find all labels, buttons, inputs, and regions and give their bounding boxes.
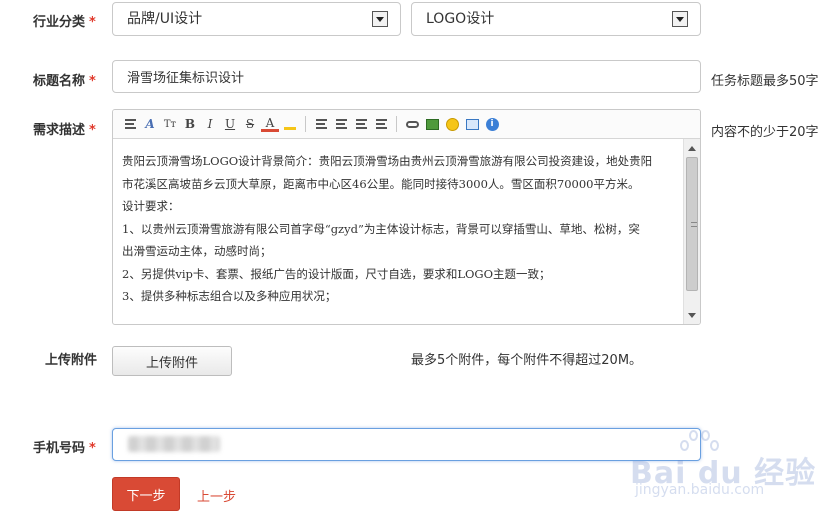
description-hint: 内容不的少于20字 xyxy=(711,125,819,140)
emoticon-icon[interactable] xyxy=(443,115,461,133)
editor-line: 2、另提供vip卡、套票、报纸广告的设计版面，尺寸自选，要求和LOGO主题一致； xyxy=(122,266,551,281)
editor-toolbar: A Tт B I U S A i xyxy=(113,110,700,139)
align-icon[interactable] xyxy=(312,115,330,133)
highlight-icon[interactable] xyxy=(281,115,299,133)
rich-text-editor[interactable]: A Tт B I U S A i 贵阳云顶滑雪场LOGO设计背景简介：贵阳云顶滑… xyxy=(112,109,701,325)
watermark-url: jingyan.baidu.com xyxy=(635,482,765,498)
editor-line: 贵阳云顶滑雪场LOGO设计背景简介：贵阳云顶滑雪场由贵州云顶滑雪旅游有限公司投资… xyxy=(122,154,653,168)
italic-icon[interactable]: I xyxy=(201,115,219,133)
description-label: 需求描述 * xyxy=(33,119,96,138)
bold-icon[interactable]: B xyxy=(181,115,199,133)
scroll-down-icon[interactable] xyxy=(688,313,696,318)
font-color-icon[interactable]: A xyxy=(261,116,279,132)
required-mark: * xyxy=(89,123,96,138)
next-step-button[interactable]: 下一步 xyxy=(112,477,180,511)
editor-content[interactable]: 贵阳云顶滑雪场LOGO设计背景简介：贵阳云顶滑雪场由贵州云顶滑雪旅游有限公司投资… xyxy=(122,150,682,308)
title-label: 标题名称 * xyxy=(33,70,96,89)
media-icon[interactable] xyxy=(463,115,481,133)
info-icon[interactable]: i xyxy=(483,115,501,133)
industry-label: 行业分类 * xyxy=(33,11,96,30)
phone-label: 手机号码 * xyxy=(33,437,96,456)
underline-icon[interactable]: U xyxy=(221,115,239,133)
font-family-icon[interactable]: A xyxy=(141,115,159,133)
attachment-hint: 最多5个附件，每个附件不得超过20M。 xyxy=(411,353,643,368)
chevron-down-icon[interactable] xyxy=(372,11,388,27)
list-icon[interactable] xyxy=(332,115,350,133)
chevron-down-icon[interactable] xyxy=(672,11,688,27)
strikethrough-icon[interactable]: S xyxy=(241,115,259,133)
editor-line: 1、以贵州云顶滑雪旅游有限公司首字母“gzyd”为主体设计标志，背景可以穿插雪山… xyxy=(122,221,640,236)
toolbar-divider xyxy=(396,116,397,132)
image-icon[interactable] xyxy=(423,115,441,133)
redacted-phone-number xyxy=(128,436,220,452)
industry-primary-value: 品牌/UI设计 xyxy=(127,11,203,27)
indent-icon[interactable] xyxy=(352,115,370,133)
previous-step-link[interactable]: 上一步 xyxy=(197,486,236,505)
upload-attachment-button[interactable]: 上传附件 xyxy=(112,346,232,376)
title-input[interactable] xyxy=(112,60,701,93)
industry-secondary-value: LOGO设计 xyxy=(426,11,495,27)
description-label-text: 需求描述 xyxy=(33,123,86,138)
link-icon[interactable] xyxy=(403,115,421,133)
industry-secondary-select[interactable]: LOGO设计 xyxy=(411,2,701,36)
phone-label-text: 手机号码 xyxy=(33,441,86,456)
scroll-up-icon[interactable] xyxy=(688,146,696,151)
required-mark: * xyxy=(89,441,96,456)
editor-line: 设计要求： xyxy=(122,199,180,213)
editor-line: 出滑雪运动主体，动感时尚； xyxy=(122,244,272,258)
attachment-label-text: 上传附件 xyxy=(45,353,98,368)
paragraph-icon[interactable] xyxy=(121,115,139,133)
title-label-text: 标题名称 xyxy=(33,74,86,89)
outdent-icon[interactable] xyxy=(372,115,390,133)
attachment-label: 上传附件 xyxy=(45,349,97,368)
toolbar-divider xyxy=(305,116,306,132)
editor-line: 3、提供多种标志组合以及多种应用状况； xyxy=(122,289,337,303)
scrollbar-thumb[interactable] xyxy=(686,157,698,291)
industry-primary-select[interactable]: 品牌/UI设计 xyxy=(112,2,401,36)
editor-scrollbar[interactable] xyxy=(683,139,700,324)
required-mark: * xyxy=(89,74,96,89)
editor-line: 市花溪区高坡苗乡云顶大草原，距离市中心区46公里。能同时接待3000人。雪区面积… xyxy=(122,176,640,191)
title-hint: 任务标题最多50字 xyxy=(711,74,819,89)
industry-label-text: 行业分类 xyxy=(33,15,86,30)
baidu-watermark: Bai du 经验 jingyan.baidu.com xyxy=(600,430,820,510)
font-size-icon[interactable]: Tт xyxy=(161,115,179,133)
required-mark: * xyxy=(89,15,96,30)
